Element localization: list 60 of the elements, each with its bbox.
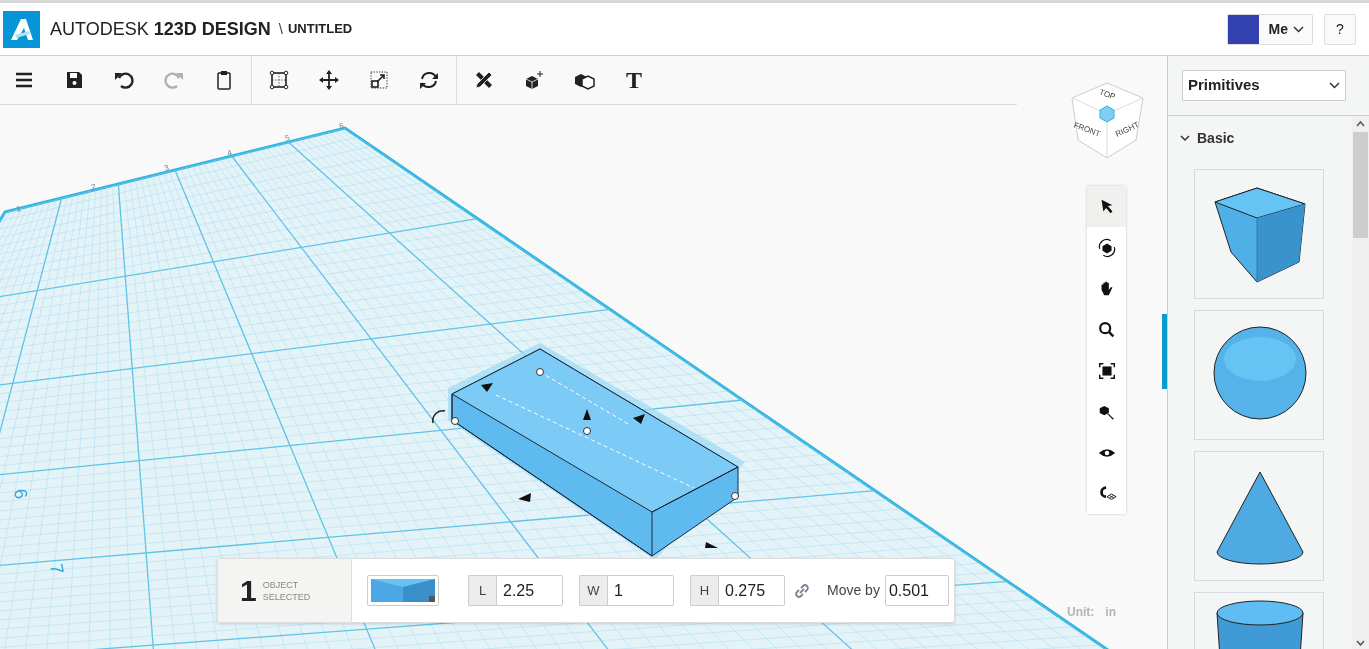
scrollbar[interactable] <box>1352 116 1369 649</box>
app-title: AUTODESK 123D DESIGN <box>50 17 271 41</box>
link-icon[interactable] <box>795 583 809 598</box>
redo-icon <box>163 69 185 91</box>
search-icon <box>1096 319 1117 340</box>
chevron-icon <box>1180 135 1190 142</box>
title-separator: \ <box>278 18 283 39</box>
grid-ruler-label: 4 <box>226 148 233 158</box>
bounding-box-icon <box>268 69 290 91</box>
rotate-arrows-icon <box>418 69 440 91</box>
dimension-input[interactable]: 0.275 <box>718 575 785 606</box>
library-dropdown[interactable]: Primitives <box>1182 70 1346 101</box>
grid-ruler-label: 2 <box>90 182 97 192</box>
chevron-down-icon <box>1293 25 1304 33</box>
section-header[interactable]: Basic <box>1180 128 1352 149</box>
scale-icon <box>368 69 390 91</box>
document-title: UNTITLED <box>287 20 353 39</box>
color-swatch-icon <box>371 579 435 602</box>
primitive-tile[interactable] <box>1194 310 1324 440</box>
selection-count: 1 <box>240 573 257 609</box>
ruler-pencil-icon <box>473 69 495 91</box>
move-by-label: Move by <box>827 581 880 600</box>
unit-label: Unit: <box>1067 604 1095 621</box>
chevron-down-icon <box>1329 82 1340 89</box>
user-menu-button[interactable]: Me <box>1226 13 1313 45</box>
material-swatch-button[interactable] <box>367 575 439 606</box>
navigation-tool[interactable] <box>1087 186 1126 227</box>
grid-ruler-label: 6 <box>338 121 345 131</box>
dimension-label: L <box>468 575 496 606</box>
avatar-image <box>1227 14 1259 44</box>
undo-icon <box>113 69 135 91</box>
grid-ruler-label: 3 <box>163 163 170 173</box>
dimension-label: W <box>579 575 607 606</box>
unit-value: in <box>1105 604 1116 621</box>
selection-label: OBJECT SELECTED <box>262 578 312 603</box>
primitive-tile[interactable] <box>1194 451 1324 581</box>
cube-arrows-icon <box>523 69 545 91</box>
orbit-icon <box>1096 237 1117 258</box>
fit-view-icon <box>1096 360 1117 381</box>
move-by-input[interactable]: 0.501 <box>884 575 949 606</box>
text-tool-button[interactable]: T <box>621 67 647 93</box>
primitive-tile[interactable] <box>1194 592 1324 649</box>
move-arrows-icon <box>318 69 340 91</box>
navigation-tool[interactable] <box>1087 227 1126 268</box>
scroll-up-icon[interactable] <box>1356 121 1365 127</box>
scrollbar-thumb[interactable] <box>1353 132 1368 238</box>
dimension-input[interactable]: 2.25 <box>496 575 563 606</box>
grid-ruler-label: 5 <box>284 133 291 143</box>
help-button[interactable]: ? <box>1324 13 1356 45</box>
grid-ruler-label: 7 <box>46 562 68 576</box>
logo-icon <box>3 10 40 48</box>
dimension-input[interactable]: 1 <box>607 575 674 606</box>
dimension-label: H <box>690 575 718 606</box>
grid-ruler-label: 1 <box>15 204 22 214</box>
scroll-down-icon[interactable] <box>1356 640 1365 646</box>
sidebar-collapse-handle[interactable] <box>1162 314 1167 389</box>
view-cube-label[interactable]: TOP <box>1097 86 1117 104</box>
grid-ruler-label: 6 <box>10 487 32 501</box>
primitive-tile[interactable] <box>1194 169 1324 299</box>
navigation-tool[interactable] <box>1087 473 1126 514</box>
